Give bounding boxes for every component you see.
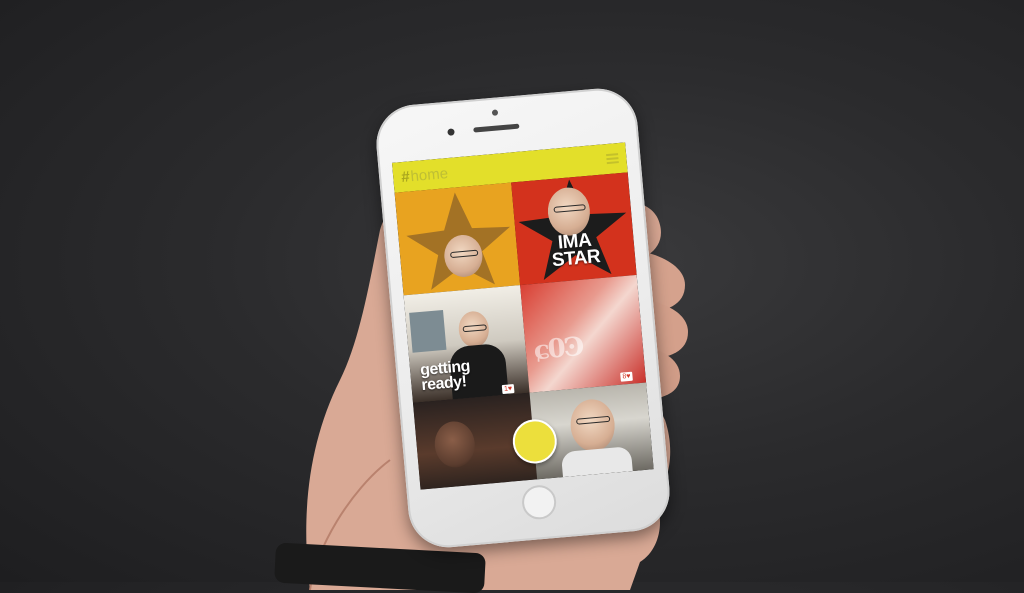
- shirt: [560, 446, 634, 480]
- home-button[interactable]: [520, 483, 558, 521]
- caption-ima-star: IMA STAR: [544, 230, 607, 272]
- tile-getting-ready[interactable]: getting ready! 1♥: [403, 285, 530, 403]
- app-title: #home: [401, 165, 449, 186]
- menu-line: [606, 153, 619, 157]
- screen: #home IMA STAR getting ready! 1♥ ɕ0Ͽ 8♥: [391, 142, 654, 490]
- caption-getting-ready: getting ready!: [419, 358, 472, 394]
- menu-line: [606, 157, 619, 161]
- tile-star-orange[interactable]: [394, 182, 521, 296]
- front-camera: [447, 128, 455, 136]
- proximity-sensor: [491, 109, 499, 116]
- hamburger-icon[interactable]: [606, 153, 619, 165]
- like-badge: 8♥: [620, 371, 633, 382]
- scene: #home IMA STAR getting ready! 1♥ ɕ0Ͽ 8♥: [0, 0, 1024, 593]
- print-graphic: ɕ0Ͽ: [532, 331, 584, 367]
- phone: #home IMA STAR getting ready! 1♥ ɕ0Ͽ 8♥: [373, 85, 673, 551]
- menu-line: [606, 161, 619, 165]
- caption-line: STAR: [551, 246, 602, 272]
- like-badge: 1♥: [501, 384, 515, 395]
- earpiece-speaker: [473, 123, 520, 133]
- face: [568, 397, 617, 454]
- office-window: [409, 309, 447, 353]
- face: [432, 419, 477, 470]
- app-title-text: home: [409, 164, 449, 185]
- tile-star-red[interactable]: IMA STAR: [511, 172, 637, 286]
- tile-red-print[interactable]: ɕ0Ͽ 8♥: [520, 274, 647, 393]
